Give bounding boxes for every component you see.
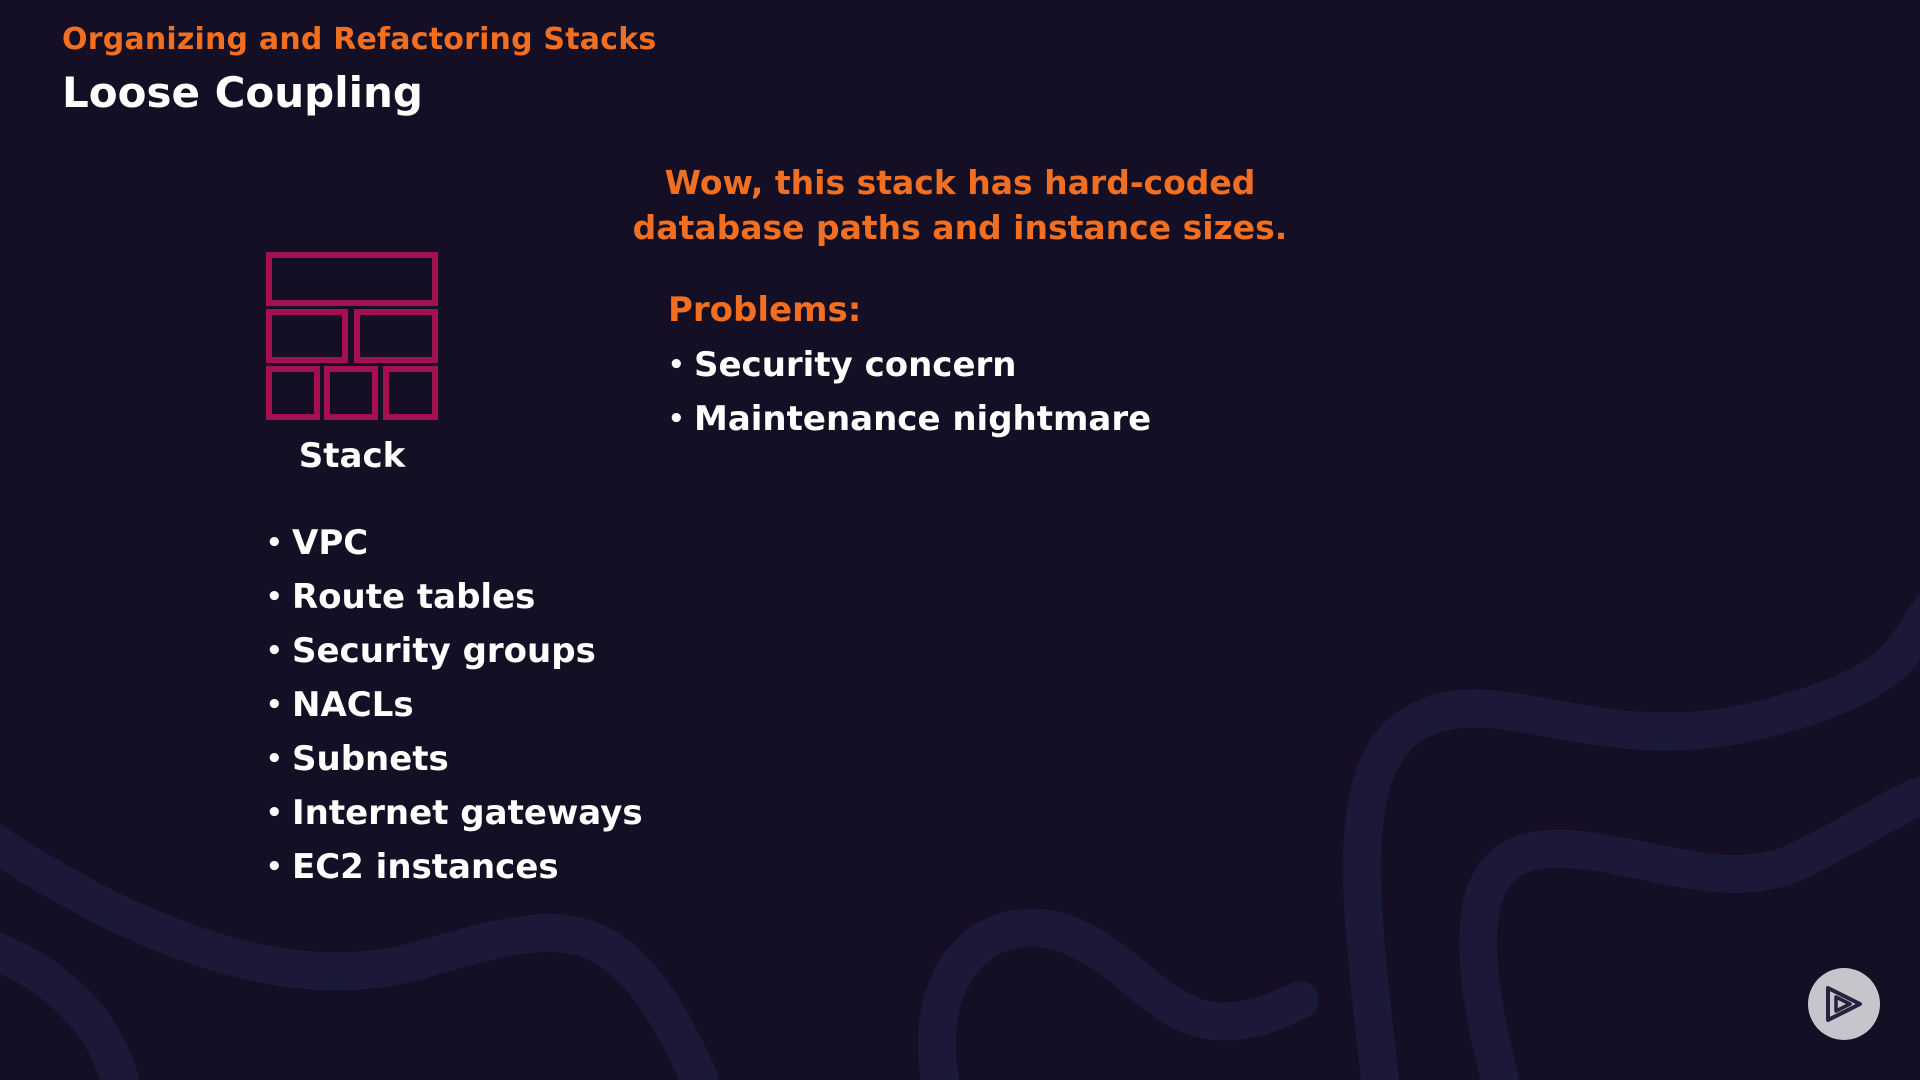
resource-label: Internet gateways [292, 793, 643, 833]
list-item: • VPC [266, 516, 643, 570]
callout-line: database paths and instance sizes. [632, 208, 1288, 247]
section-subtitle: Organizing and Refactoring Stacks [62, 22, 657, 57]
bullet-icon: • [266, 690, 283, 720]
resource-label: VPC [292, 523, 369, 563]
list-item: • Maintenance nightmare [668, 392, 1151, 446]
list-item: • Internet gateways [266, 786, 643, 840]
callout-text: Wow, this stack has hard-coded database … [620, 160, 1300, 250]
list-item: • EC2 instances [266, 840, 643, 894]
problems-list: • Security concern • Maintenance nightmare [668, 338, 1151, 446]
bullet-icon: • [668, 350, 685, 380]
resource-label: EC2 instances [292, 847, 559, 887]
resource-label: Subnets [292, 739, 449, 779]
bullet-icon: • [266, 636, 283, 666]
stack-grid-icon [266, 252, 438, 420]
page-title: Loose Coupling [62, 68, 423, 117]
bullet-icon: • [266, 528, 283, 558]
stack-resource-list: • VPC • Route tables • Security groups • NAC… [266, 516, 643, 894]
problem-label: Security concern [694, 345, 1017, 385]
resource-label: NACLs [292, 685, 414, 725]
problems-heading: Problems: [668, 290, 862, 330]
list-item: • Subnets [266, 732, 643, 786]
bullet-icon: • [266, 744, 283, 774]
problem-label: Maintenance nightmare [694, 399, 1152, 439]
resource-label: Route tables [292, 577, 536, 617]
list-item: • Security groups [266, 624, 643, 678]
list-item: • Route tables [266, 570, 643, 624]
slide: Organizing and Refactoring Stacks Loose … [0, 0, 1920, 1080]
play-logo-icon[interactable] [1808, 968, 1880, 1040]
stack-label: Stack [298, 436, 406, 476]
list-item: • Security concern [668, 338, 1151, 392]
bullet-icon: • [668, 404, 685, 434]
list-item: • NACLs [266, 678, 643, 732]
bullet-icon: • [266, 852, 283, 882]
play-triangle-icon [1826, 986, 1862, 1022]
callout-line: Wow, this stack has hard-coded [664, 163, 1256, 202]
bullet-icon: • [266, 582, 283, 612]
bullet-icon: • [266, 798, 283, 828]
resource-label: Security groups [292, 631, 596, 671]
